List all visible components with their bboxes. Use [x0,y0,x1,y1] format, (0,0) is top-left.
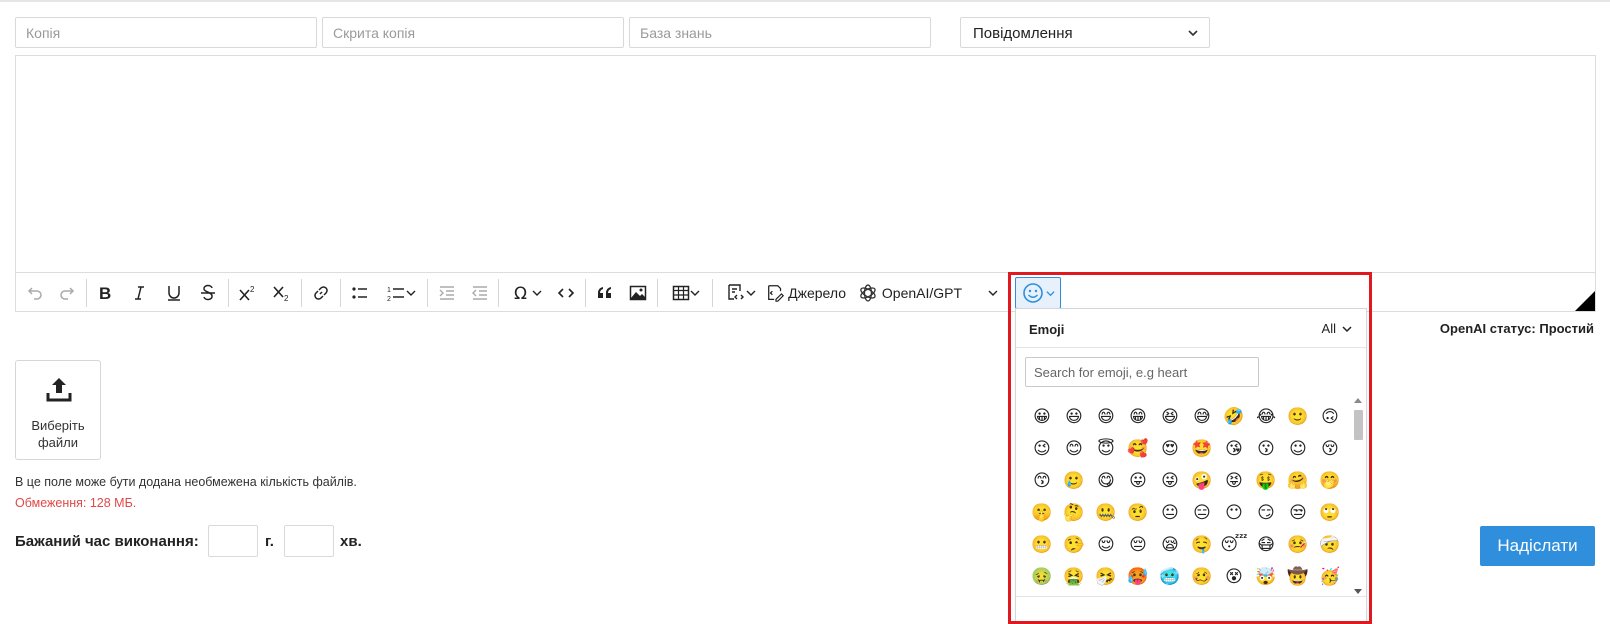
outdent-button[interactable] [467,279,493,307]
code-button[interactable] [553,279,579,307]
strikethrough-button[interactable] [195,279,221,307]
numbered-list-icon: 12 [387,287,404,302]
code-icon [557,288,575,298]
chevron-down-icon [746,290,756,296]
template-icon [728,284,744,300]
svg-text:2: 2 [250,285,255,294]
undo-icon [27,287,42,300]
svg-text:B: B [99,284,111,302]
indent-button[interactable] [434,279,460,307]
openai-status: OpenAI статус: Простий [1439,321,1594,336]
toolbar-separator [340,279,341,307]
chevron-down-icon [406,290,416,296]
chevron-down-icon [1188,30,1198,37]
insert-table-button[interactable] [664,279,708,307]
bulleted-list-button[interactable] [347,279,373,307]
strikethrough-icon [201,284,215,301]
files-limit-text: Обмеження: 128 МБ. [15,496,137,510]
hours-input[interactable] [208,525,258,557]
link-icon [314,286,328,300]
quote-icon [598,287,611,298]
resize-handle[interactable] [1575,291,1595,311]
omega-icon: Ω [514,284,527,303]
bold-button[interactable]: B [92,279,118,307]
files-info-text: В це поле може бути додана необмежена кі… [15,475,357,489]
template-button[interactable] [719,279,763,307]
svg-text:2: 2 [387,296,391,302]
toolbar-separator [498,279,499,307]
subscript-icon: 2 [273,286,289,302]
underline-button[interactable] [161,279,187,307]
submit-button[interactable]: Надіслати [1480,526,1595,566]
file-upload-button[interactable]: Виберіть файли [15,360,101,460]
svg-text:2: 2 [284,294,289,302]
indent-icon [439,286,454,300]
openai-button[interactable]: OpenAI/GPT [858,279,998,307]
toolbar-separator [228,279,229,307]
redo-button[interactable] [54,279,80,307]
upload-icon [46,378,72,402]
italic-button[interactable] [126,279,152,307]
special-characters-button[interactable]: Ω [505,279,549,307]
cc-field[interactable] [15,17,317,48]
italic-icon [135,286,144,300]
minutes-unit: хв. [340,533,362,550]
numbered-list-button[interactable]: 12 [379,279,423,307]
openai-icon [860,284,876,302]
toolbar-separator [712,279,713,307]
image-icon [629,285,647,301]
superscript-icon: 2 [239,285,255,301]
toolbar-separator [657,279,658,307]
source-button[interactable]: Джерело [766,279,846,307]
chevron-down-icon [690,290,700,296]
blockquote-button[interactable] [592,279,618,307]
bulleted-list-icon [352,287,367,299]
superscript-button[interactable]: 2 [235,279,261,307]
message-type-value: Повідомлення [973,25,1073,42]
redo-icon [60,287,75,300]
minutes-input[interactable] [284,525,334,557]
source-label: Джерело [788,285,846,301]
message-type-select[interactable]: Повідомлення [960,17,1210,48]
insert-image-button[interactable] [625,279,651,307]
chevron-down-icon [988,290,998,296]
top-border [0,0,1610,2]
openai-label: OpenAI/GPT [881,285,963,301]
toolbar-separator [585,279,586,307]
svg-text:1: 1 [387,287,391,294]
toolbar-separator [427,279,428,307]
hours-unit: г. [265,533,274,550]
bcc-field[interactable] [322,17,624,48]
undo-button[interactable] [22,279,48,307]
chevron-down-icon [532,290,542,296]
link-button[interactable] [308,279,334,307]
table-icon [672,285,690,301]
outdent-icon [472,286,487,300]
toolbar-separator [86,279,87,307]
desired-time-label: Бажаний час виконання: [15,533,199,550]
source-icon [768,285,785,302]
subscript-button[interactable]: 2 [269,279,295,307]
toolbar-separator [301,279,302,307]
underline-icon [168,286,180,301]
bold-icon: B [99,284,111,302]
highlight-box [1008,272,1372,624]
knowledge-base-field[interactable] [629,17,931,48]
upload-label: Виберіть файли [31,418,85,450]
svg-text:Ω: Ω [514,284,527,303]
